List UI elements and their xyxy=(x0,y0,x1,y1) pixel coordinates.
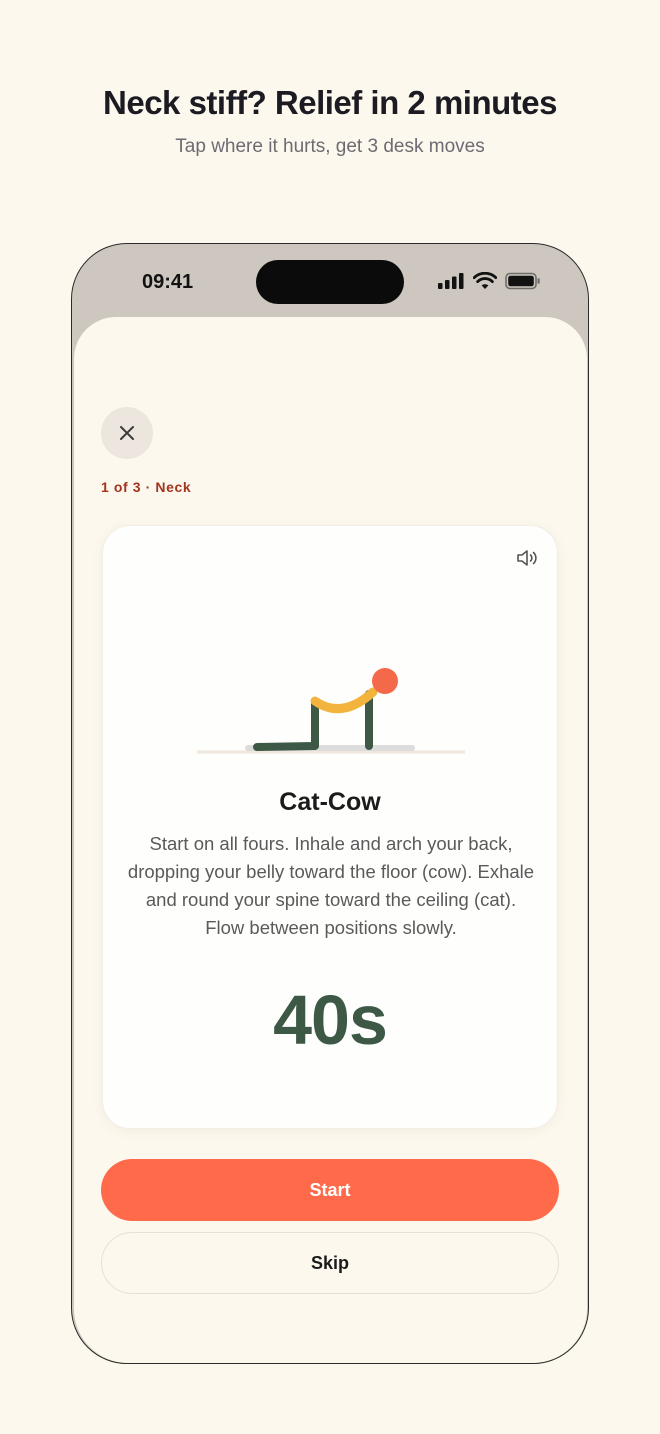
wifi-icon xyxy=(473,272,497,289)
dynamic-island xyxy=(256,260,404,304)
status-icons xyxy=(437,272,541,290)
start-button[interactable]: Start xyxy=(101,1159,559,1221)
cellular-signal-icon xyxy=(438,273,464,289)
exercise-sheet: 1 of 3 · Neck Cat-Cow Start on all fours… xyxy=(74,317,587,1363)
status-time: 09:41 xyxy=(142,271,194,293)
headline: Neck stiff? Relief in 2 minutes xyxy=(103,84,557,121)
skip-button[interactable]: Skip xyxy=(101,1232,559,1294)
exercise-title: Cat-Cow xyxy=(279,788,381,816)
cat-cow-pose-illustration xyxy=(197,668,465,754)
close-button[interactable] xyxy=(101,407,153,459)
phone-frame: 09:41 1 of 3 · Neck Cat-Cow Start on all… xyxy=(71,243,589,1364)
close-icon xyxy=(120,426,134,440)
timer-value: 40s xyxy=(273,981,388,1059)
exercise-description: Start on all fours. Inhale and arch your… xyxy=(127,833,535,938)
progress-label: 1 of 3 · Neck xyxy=(101,479,192,495)
battery-icon xyxy=(505,272,540,290)
exercise-card: Cat-Cow Start on all fours. Inhale and a… xyxy=(102,525,558,1129)
subheadline: Tap where it hurts, get 3 desk moves xyxy=(175,136,485,157)
speaker-icon[interactable] xyxy=(515,546,539,570)
